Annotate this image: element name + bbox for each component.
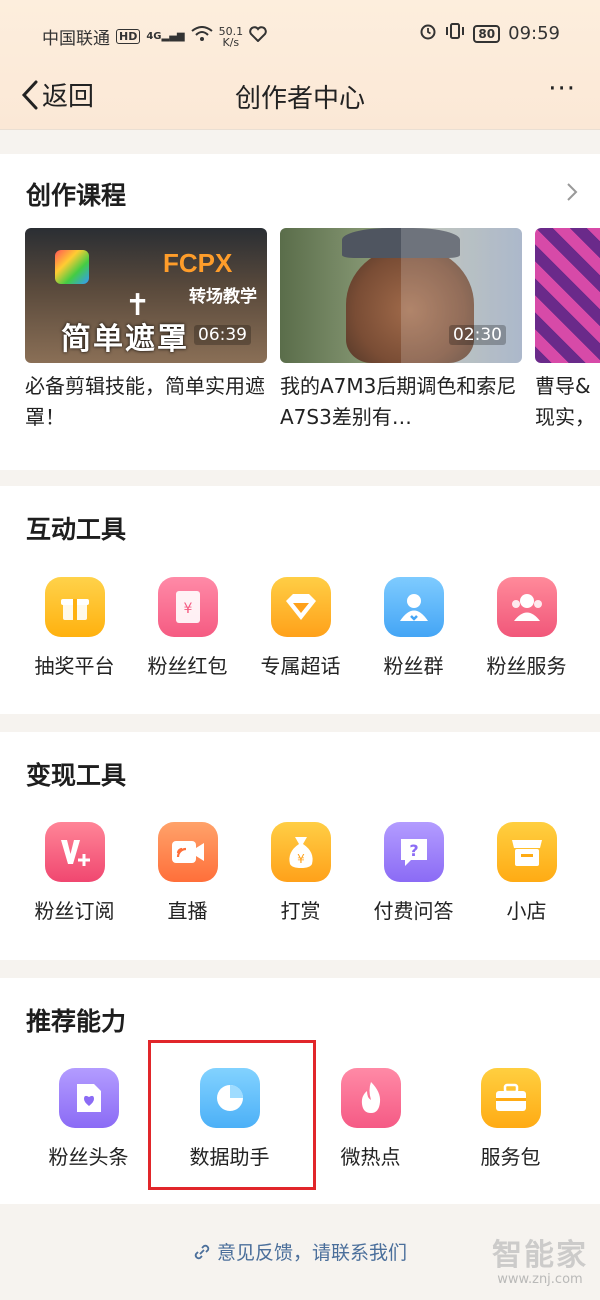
- network-speed: 50.1 K/s: [219, 26, 244, 48]
- pie-chart-icon: [199, 1068, 260, 1128]
- headline-icon: [58, 1068, 119, 1128]
- tool-label: 打赏: [280, 899, 321, 923]
- tool-super-topic[interactable]: 专属超话: [244, 577, 357, 679]
- tool-tip[interactable]: ¥ 打赏: [244, 822, 357, 924]
- recommend-section: 推荐能力 粉丝头条 数据助手 微热点 服务包: [0, 978, 600, 1204]
- tool-label: 粉丝订阅: [34, 899, 115, 923]
- hd-badge: HD: [116, 29, 141, 44]
- watermark-url: www.znj.com: [497, 1272, 583, 1287]
- course-title: 我的A7M3后期调色和索尼A7S3差别有…: [280, 374, 517, 429]
- nav-bar: 返回 创作者中心 ···: [0, 66, 600, 124]
- tool-label: 粉丝头条: [48, 1145, 129, 1169]
- tool-fans-service[interactable]: 粉丝服务: [470, 577, 583, 679]
- course-title: 必备剪辑技能，简单实用遮罩！: [25, 374, 265, 429]
- tool-label: 粉丝红包: [147, 654, 228, 678]
- tool-micro-hotspot[interactable]: 微热点: [314, 1068, 427, 1170]
- tool-label: 粉丝群: [383, 654, 444, 678]
- course-card[interactable]: 曹导&现实，: [535, 228, 600, 433]
- svg-text:¥: ¥: [297, 852, 305, 866]
- section-title: 互动工具: [26, 515, 127, 544]
- section-title: 推荐能力: [26, 1007, 127, 1036]
- course-thumbnail: FCPX 转场教学 ✝ 简单遮罩 06:39: [25, 228, 267, 363]
- feedback-text: 意见反馈，请联系我们: [216, 1242, 407, 1264]
- tool-fan-headline[interactable]: 粉丝头条: [32, 1068, 145, 1170]
- tool-shop[interactable]: 小店: [470, 822, 583, 924]
- tool-service-pack[interactable]: 服务包: [454, 1068, 567, 1170]
- course-title: 曹导&现实，: [535, 374, 595, 429]
- tool-live[interactable]: 直播: [131, 822, 244, 924]
- course-card[interactable]: 02:30 我的A7M3后期调色和索尼A7S3差别有…: [280, 228, 522, 433]
- video-duration: 06:39: [194, 325, 251, 345]
- footer: 意见反馈，请联系我们 智能家 www.znj.com: [0, 1206, 600, 1300]
- header: 中国联通 HD 4G▂▄▆ 50.1 K/s 80 09:59 返回 创作者中心…: [0, 0, 600, 130]
- course-card[interactable]: FCPX 转场教学 ✝ 简单遮罩 06:39 必备剪辑技能，简单实用遮罩！: [25, 228, 267, 433]
- alarm-icon: [419, 22, 437, 45]
- section-title: 变现工具: [26, 761, 127, 790]
- course-thumbnail: [535, 228, 600, 363]
- tool-red-packet[interactable]: ¥ 粉丝红包: [131, 577, 244, 679]
- interactive-tools-section: 互动工具 抽奖平台 ¥ 粉丝红包 专属超话 粉丝群 粉丝服务: [0, 486, 600, 714]
- page-title: 创作者中心: [234, 84, 365, 114]
- link-icon: [194, 1244, 210, 1260]
- tool-fan-subscribe[interactable]: 粉丝订阅: [18, 822, 131, 924]
- courses-title: 创作课程: [26, 181, 127, 210]
- signal-icon: 4G▂▄▆: [146, 31, 185, 42]
- fans-service-icon: [496, 577, 557, 637]
- red-packet-icon: ¥: [157, 577, 218, 637]
- monetize-tools-section: 变现工具 粉丝订阅 直播 ¥ 打赏 ? 付费问答 小店: [0, 732, 600, 960]
- live-icon: [157, 822, 218, 882]
- shop-icon: [496, 822, 557, 882]
- tool-label: 微热点: [340, 1145, 401, 1169]
- clock: 09:59: [508, 23, 560, 44]
- video-duration: 02:30: [449, 325, 506, 345]
- tool-fan-group[interactable]: 粉丝群: [357, 577, 470, 679]
- fcpx-logo-icon: [55, 250, 89, 284]
- briefcase-icon: [480, 1068, 541, 1128]
- tool-label: 抽奖平台: [34, 654, 115, 678]
- money-bag-icon: ¥: [270, 822, 331, 882]
- tool-lottery[interactable]: 抽奖平台: [18, 577, 131, 679]
- watermark: 智能家 www.znj.com: [492, 1230, 588, 1287]
- tool-label: 专属超话: [260, 654, 341, 678]
- watermark-brand: 智能家: [492, 1238, 588, 1273]
- more-menu-button[interactable]: ···: [548, 74, 576, 104]
- tool-label: 数据助手: [189, 1145, 270, 1169]
- tool-label: 粉丝服务: [486, 654, 567, 678]
- carrier-label: 中国联通: [42, 29, 110, 49]
- wifi-icon: [190, 26, 213, 47]
- tool-data-assistant[interactable]: 数据助手: [173, 1068, 286, 1170]
- tool-paid-qa[interactable]: ? 付费问答: [357, 822, 470, 924]
- course-thumbnail: 02:30: [280, 228, 522, 363]
- courses-section: 创作课程 FCPX 转场教学 ✝ 简单遮罩 06:39 必备剪辑技能，简单实用遮…: [0, 154, 600, 470]
- chevron-right-icon[interactable]: [566, 182, 578, 206]
- tool-label: 小店: [506, 899, 547, 923]
- battery-icon: 80: [473, 24, 501, 43]
- diamond-icon: [270, 577, 331, 637]
- vibrate-icon: [445, 22, 465, 45]
- group-icon: [383, 577, 444, 637]
- thumb-headline: 简单遮罩: [61, 322, 189, 357]
- thumb-brand: FCPX: [163, 248, 233, 278]
- question-icon: ?: [383, 822, 444, 882]
- svg-text:¥: ¥: [183, 601, 192, 617]
- tool-label: 付费问答: [373, 899, 454, 923]
- thumb-subtitle: 转场教学: [189, 287, 257, 307]
- heart-rate-icon: [249, 26, 267, 47]
- tool-label: 直播: [167, 899, 208, 923]
- signal-label: 4G: [146, 31, 162, 42]
- status-bar: 中国联通 HD 4G▂▄▆ 50.1 K/s 80 09:59: [0, 0, 600, 66]
- speed-unit: K/s: [222, 35, 240, 49]
- subscribe-icon: [44, 822, 105, 882]
- svg-text:?: ?: [409, 841, 418, 860]
- speed-value: 50.1: [218, 24, 244, 38]
- tool-label: 服务包: [480, 1145, 541, 1169]
- flame-icon: [340, 1068, 401, 1128]
- gift-icon: [44, 577, 105, 637]
